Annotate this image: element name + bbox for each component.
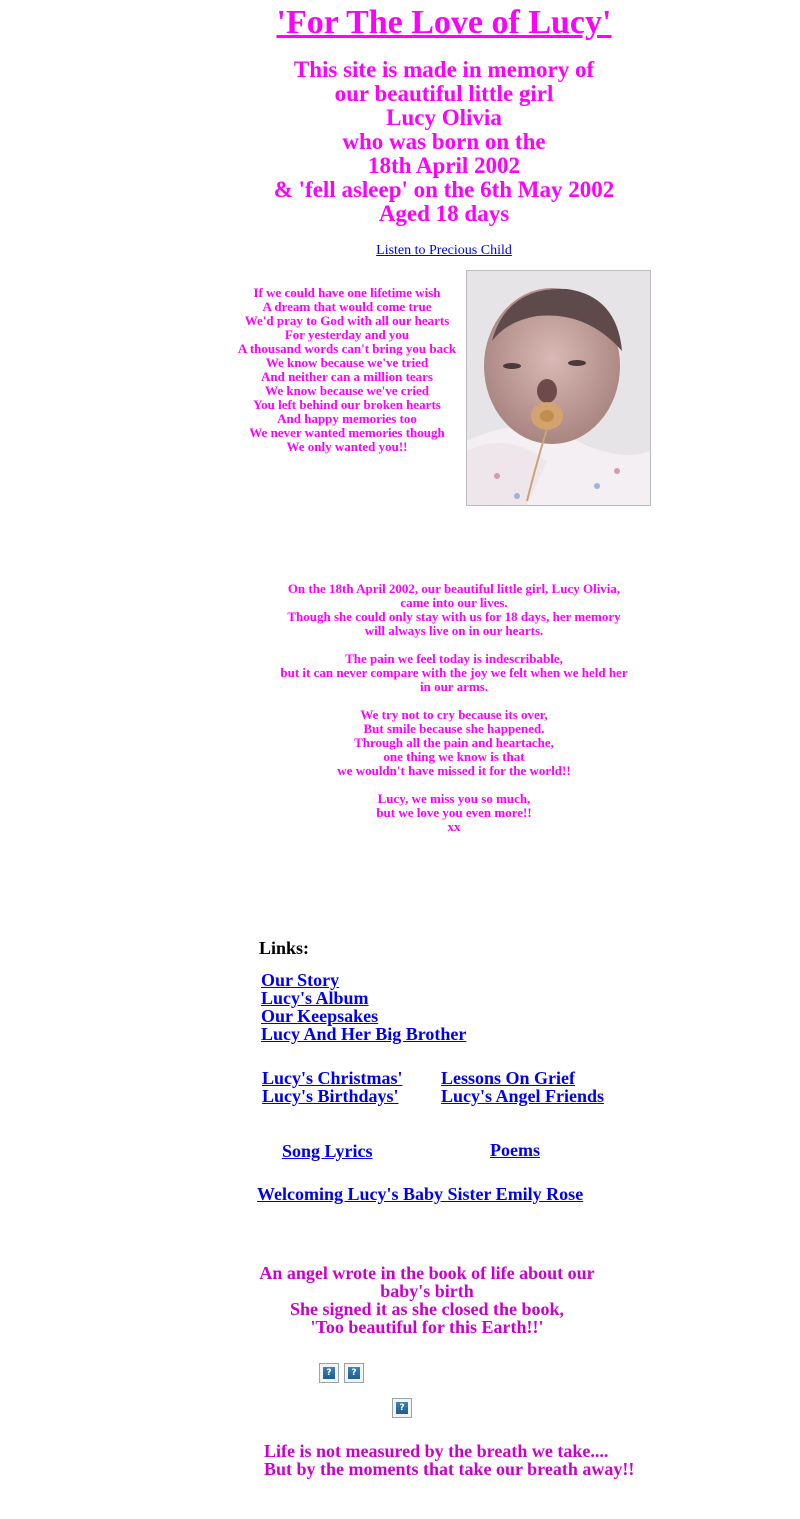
question-mark-icon: ? bbox=[348, 1367, 360, 1379]
story-paragraph: Lucy, we miss you so much, but we love y… bbox=[0, 792, 800, 834]
baby-photo-image bbox=[467, 271, 650, 505]
link-our-story[interactable]: Our Story bbox=[261, 970, 339, 990]
poem-line: A thousand words can't bring you back bbox=[237, 341, 457, 356]
links-column-2: Lessons On Grief Lucy's Angel Friends bbox=[441, 1069, 604, 1105]
page-title: 'For The Love of Lucy' bbox=[0, 2, 800, 44]
poem-line: And neither can a million tears bbox=[260, 369, 433, 384]
link-lucys-christmas[interactable]: Lucy's Christmas' bbox=[262, 1068, 403, 1088]
link-our-keepsakes[interactable]: Our Keepsakes bbox=[261, 1006, 378, 1026]
broken-image-icon[interactable]: ? bbox=[319, 1363, 339, 1383]
story-paragraph: The pain we feel today is indescribable,… bbox=[0, 652, 800, 694]
memorial-line: Aged 18 days bbox=[378, 201, 510, 226]
angel-line: 'Too beautiful for this Earth!!' bbox=[310, 1317, 544, 1337]
story-line: Lucy, we miss you so much, bbox=[377, 791, 531, 806]
angel-line: baby's birth bbox=[380, 1281, 474, 1301]
link-big-brother[interactable]: Lucy And Her Big Brother bbox=[261, 1024, 466, 1044]
story-line: Through all the pain and heartache, bbox=[354, 735, 554, 750]
link-welcoming-emily[interactable]: Welcoming Lucy's Baby Sister Emily Rose bbox=[257, 1184, 583, 1204]
closing-line: But by the moments that take our breath … bbox=[264, 1459, 635, 1479]
poem-line: We'd pray to God with all our hearts bbox=[244, 313, 450, 328]
story-line: On the 18th April 2002, our beautiful li… bbox=[287, 581, 621, 596]
links-heading: Links: bbox=[259, 938, 310, 958]
poems-wrapper: Poems bbox=[490, 1140, 540, 1161]
poem-line: A dream that would come true bbox=[262, 299, 432, 314]
closing-quote: Life is not measured by the breath we ta… bbox=[264, 1442, 634, 1478]
story-line: but we love you even more!! bbox=[376, 805, 532, 820]
link-lucys-album[interactable]: Lucy's Album bbox=[261, 988, 369, 1008]
listen-link-wrapper: Listen to Precious Child bbox=[0, 243, 800, 259]
poem-line: We know because we've tried bbox=[265, 355, 429, 370]
broken-image-icon[interactable]: ? bbox=[344, 1363, 364, 1383]
link-lessons-on-grief[interactable]: Lessons On Grief bbox=[441, 1068, 575, 1088]
link-angel-friends[interactable]: Lucy's Angel Friends bbox=[441, 1086, 604, 1106]
poem-line: And happy memories too bbox=[277, 411, 417, 426]
story-line: Though she could only stay with us for 1… bbox=[287, 609, 621, 624]
poem-line: If we could have one lifetime wish bbox=[253, 285, 441, 300]
link-poems[interactable]: Poems bbox=[490, 1140, 540, 1160]
story-line: we wouldn't have missed it for the world… bbox=[337, 763, 571, 778]
story-paragraph: On the 18th April 2002, our beautiful li… bbox=[0, 582, 800, 638]
memorial-line: Lucy Olivia bbox=[386, 105, 502, 130]
poem: If we could have one lifetime wish A dre… bbox=[226, 286, 468, 454]
memorial-line: This site is made in memory of bbox=[293, 57, 595, 82]
story-line: will always live on in our hearts. bbox=[364, 623, 544, 638]
angel-line: She signed it as she closed the book, bbox=[289, 1299, 565, 1319]
story-text: On the 18th April 2002, our beautiful li… bbox=[0, 582, 800, 848]
story-paragraph: We try not to cry because its over, But … bbox=[0, 708, 800, 778]
story-line: in our arms. bbox=[419, 679, 488, 694]
welcome-wrapper: Welcoming Lucy's Baby Sister Emily Rose bbox=[257, 1184, 583, 1205]
broken-image-icon[interactable]: ? bbox=[392, 1398, 412, 1418]
memorial-line: our beautiful little girl bbox=[334, 81, 554, 106]
link-lucys-birthdays[interactable]: Lucy's Birthdays' bbox=[262, 1086, 399, 1106]
page-title-text: 'For The Love of Lucy' bbox=[276, 4, 612, 41]
poem-line: You left behind our broken hearts bbox=[253, 397, 441, 412]
link-song-lyrics[interactable]: Song Lyrics bbox=[282, 1141, 373, 1161]
memorial-line: & 'fell asleep' on the 6th May 2002 bbox=[273, 177, 615, 202]
memorial-text: This site is made in memory of our beaut… bbox=[0, 58, 800, 226]
poem-line: We never wanted memories though bbox=[249, 425, 445, 440]
links-column-1: Lucy's Christmas' Lucy's Birthdays' bbox=[262, 1069, 403, 1105]
story-line: came into our lives. bbox=[400, 595, 508, 610]
question-mark-icon: ? bbox=[396, 1402, 408, 1414]
question-mark-icon: ? bbox=[323, 1367, 335, 1379]
angel-line: An angel wrote in the book of life about… bbox=[259, 1263, 595, 1283]
memorial-line: 18th April 2002 bbox=[367, 153, 521, 178]
angel-verse: An angel wrote in the book of life about… bbox=[0, 1264, 800, 1336]
baby-photo bbox=[466, 270, 651, 506]
song-lyrics-wrapper: Song Lyrics bbox=[282, 1141, 373, 1162]
story-line: one thing we know is that bbox=[383, 749, 525, 764]
story-line: xx bbox=[447, 819, 461, 834]
story-line: But smile because she happened. bbox=[363, 721, 545, 736]
poem-line: We know because we've cried bbox=[265, 383, 429, 398]
closing-line: Life is not measured by the breath we ta… bbox=[264, 1441, 609, 1461]
poem-line: For yesterday and you bbox=[284, 327, 410, 342]
poem-line: We only wanted you!! bbox=[286, 439, 408, 454]
listen-link[interactable]: Listen to Precious Child bbox=[376, 243, 512, 258]
story-line: but it can never compare with the joy we… bbox=[280, 665, 628, 680]
story-line: The pain we feel today is indescribable, bbox=[345, 651, 563, 666]
story-line: We try not to cry because its over, bbox=[360, 707, 548, 722]
links-main-list: Our Story Lucy's Album Our Keepsakes Luc… bbox=[261, 971, 466, 1043]
memorial-line: who was born on the bbox=[342, 129, 546, 154]
